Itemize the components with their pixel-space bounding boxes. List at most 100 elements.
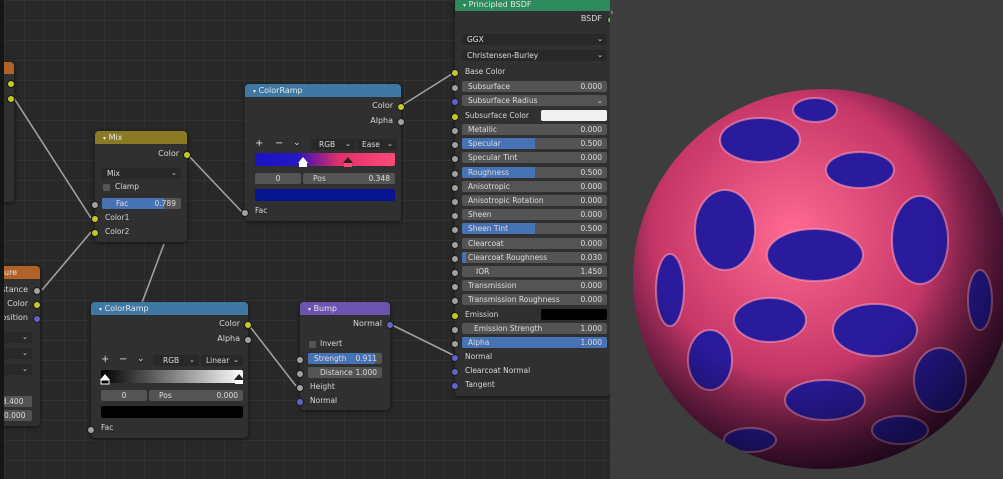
bsdf-base-color-socket[interactable] <box>451 69 459 77</box>
bsdf-input-field[interactable]: Clearcoat 0.000 <box>462 238 607 249</box>
collapse-arrow-icon[interactable]: ▾ <box>99 306 102 313</box>
colorramp-bottom-gradient[interactable] <box>101 370 243 383</box>
colorramp-bottom-color-mode-select[interactable]: RGB ⌄ <box>153 355 199 366</box>
texture-color-socket[interactable] <box>33 301 41 309</box>
bsdf-input-field[interactable]: Transmission Roughness 0.000 <box>462 294 607 305</box>
collapse-arrow-icon[interactable]: ▾ <box>308 306 311 313</box>
bsdf-input-field[interactable]: Specular Tint 0.000 <box>462 152 607 163</box>
mix-clamp-checkbox[interactable] <box>103 184 110 191</box>
colorramp-top-stop-active[interactable] <box>297 156 309 168</box>
mix-node[interactable]: ▾ Mix Color Mix ⌄ Clamp Fac 0.789 Color1… <box>91 131 191 242</box>
colorramp-bottom-stop-black[interactable] <box>99 373 111 385</box>
bsdf-input-socket[interactable] <box>451 269 459 277</box>
bump-node-header[interactable]: ▾ Bump <box>300 302 390 315</box>
bsdf-emission-socket[interactable] <box>451 312 459 320</box>
bsdf-input-socket[interactable] <box>451 255 459 263</box>
colorramp-bottom-node[interactable]: ▾ ColorRamp Color Alpha + − ⌄ RGB ⌄ Line… <box>87 302 252 438</box>
mix-output-color-socket[interactable] <box>183 151 191 159</box>
colorramp-top-stop[interactable] <box>342 156 354 168</box>
bsdf-input-socket[interactable] <box>451 226 459 234</box>
texture-dropdown-3[interactable]: ⌄ <box>4 364 32 375</box>
colorramp-top-out-alpha-socket[interactable] <box>397 118 405 126</box>
bsdf-emission-strength-field[interactable]: Emission Strength 1.000 <box>462 323 607 334</box>
mix-color2-socket[interactable] <box>91 229 99 237</box>
colorramp-top-out-color-socket[interactable] <box>397 103 405 111</box>
bump-node[interactable]: ▾ Bump Normal Invert Strength 0.911 Dist… <box>296 302 394 410</box>
bsdf-input-field[interactable]: Sheen 0.000 <box>462 209 607 220</box>
colorramp-top-node[interactable]: ▾ ColorRamp Color Alpha + − ⌄ RGB ⌄ Ease… <box>241 84 405 221</box>
principled-bsdf-node[interactable]: ▾ Principled BSDF BSDF GGX ⌄ Christensen… <box>451 0 610 396</box>
bump-height-socket[interactable] <box>296 384 304 392</box>
colorramp-bottom-pos-field[interactable]: Pos 0.000 <box>149 390 243 401</box>
bsdf-subsurface-method-select[interactable]: Christensen-Burley ⌄ <box>462 50 607 61</box>
colorramp-bottom-interpolation-select[interactable]: Linear ⌄ <box>201 355 243 366</box>
bsdf-input-socket[interactable] <box>451 297 459 305</box>
texture-value-field-2[interactable]: 0.000 <box>4 410 32 421</box>
colorramp-bottom-out-color-socket[interactable] <box>244 321 252 329</box>
bsdf-input-socket[interactable] <box>451 141 459 149</box>
mix-fac-slider[interactable]: Fac 0.789 <box>102 198 181 209</box>
texture-value-field-1[interactable]: 3.400 <box>4 396 32 407</box>
bsdf-emission-swatch[interactable] <box>541 309 607 320</box>
colorramp-top-interpolation-select[interactable]: Ease ⌄ <box>357 139 397 150</box>
colorramp-top-remove-button[interactable]: − <box>275 138 283 149</box>
colorramp-top-pos-field[interactable]: Pos 0.348 <box>303 173 395 184</box>
bsdf-subsurface-socket[interactable] <box>451 84 459 92</box>
texture-node-lower[interactable]: ure stance Color osition ⌄ ⌄ ⌄ 3.400 0.0… <box>4 266 41 426</box>
colorramp-bottom-menu-icon[interactable]: ⌄ <box>137 354 145 364</box>
colorramp-top-header[interactable]: ▾ ColorRamp <box>245 84 401 97</box>
bump-normal-socket[interactable] <box>296 398 304 406</box>
bsdf-subsurface-field[interactable]: Subsurface 0.000 <box>462 81 607 92</box>
bsdf-input-field[interactable]: Metallic 0.000 <box>462 124 607 135</box>
colorramp-bottom-fac-socket[interactable] <box>87 426 95 434</box>
collapse-arrow-icon[interactable]: ▾ <box>463 2 466 9</box>
texture-node-upper-socket-2[interactable] <box>7 95 15 103</box>
bump-distance-socket[interactable] <box>296 370 304 378</box>
bsdf-subsurface-radius-field[interactable]: Subsurface Radius ⌄ <box>462 95 607 106</box>
bsdf-input-field[interactable]: Anisotropic Rotation 0.000 <box>462 195 607 206</box>
bsdf-alpha-slider[interactable]: Alpha 1.000 <box>462 337 607 348</box>
bsdf-input-socket[interactable] <box>451 127 459 135</box>
bsdf-input-field[interactable]: IOR 1.450 <box>462 266 607 277</box>
texture-position-socket[interactable] <box>33 315 41 323</box>
colorramp-bottom-out-alpha-socket[interactable] <box>244 336 252 344</box>
mix-color1-socket[interactable] <box>91 215 99 223</box>
bsdf-header[interactable]: ▾ Principled BSDF <box>455 0 610 11</box>
bsdf-input-socket[interactable] <box>451 241 459 249</box>
bsdf-subsurface-radius-socket[interactable] <box>451 98 459 106</box>
texture-node-upper-socket-1[interactable] <box>7 80 15 88</box>
bsdf-input-socket[interactable] <box>451 184 459 192</box>
bsdf-tangent-socket[interactable] <box>451 382 459 390</box>
mix-node-header[interactable]: ▾ Mix <box>95 131 187 144</box>
colorramp-bottom-stop-white[interactable] <box>233 373 245 385</box>
colorramp-top-fac-socket[interactable] <box>241 209 249 217</box>
bsdf-input-field[interactable]: Anisotropic 0.000 <box>462 181 607 192</box>
bsdf-input-field[interactable]: Transmission 0.000 <box>462 280 607 291</box>
bsdf-input-socket[interactable] <box>451 283 459 291</box>
texture-dropdown-2[interactable]: ⌄ <box>4 348 32 359</box>
node-editor[interactable]: ure stance Color osition ⌄ ⌄ ⌄ 3.400 0.0… <box>4 0 610 479</box>
colorramp-top-add-button[interactable]: + <box>255 138 263 149</box>
colorramp-bottom-add-button[interactable]: + <box>101 354 109 365</box>
colorramp-bottom-header[interactable]: ▾ ColorRamp <box>91 302 248 315</box>
bsdf-input-field[interactable]: Clearcoat Roughness 0.030 <box>462 252 607 263</box>
colorramp-top-gradient[interactable] <box>255 153 395 166</box>
bump-invert-checkbox[interactable] <box>309 341 316 348</box>
bump-distance-field[interactable]: Distance 1.000 <box>308 367 382 378</box>
bsdf-subsurface-color-socket[interactable] <box>451 113 459 121</box>
bsdf-input-socket[interactable] <box>451 170 459 178</box>
bsdf-input-field[interactable]: Roughness 0.500 <box>462 167 607 178</box>
bsdf-input-field[interactable]: Sheen Tint 0.500 <box>462 223 607 234</box>
mix-fac-socket[interactable] <box>91 201 99 209</box>
colorramp-top-color-mode-select[interactable]: RGB ⌄ <box>311 139 355 150</box>
bsdf-distribution-select[interactable]: GGX ⌄ <box>462 34 607 45</box>
colorramp-top-stop-index[interactable]: 0 <box>255 173 301 184</box>
bsdf-clearcoat-normal-socket[interactable] <box>451 368 459 376</box>
collapse-arrow-icon[interactable]: ▾ <box>103 135 106 142</box>
texture-node-upper[interactable] <box>4 62 15 202</box>
bsdf-input-socket[interactable] <box>451 212 459 220</box>
mix-blend-mode-select[interactable]: Mix ⌄ <box>102 168 181 179</box>
colorramp-bottom-stop-index[interactable]: 0 <box>101 390 147 401</box>
bsdf-input-socket[interactable] <box>451 198 459 206</box>
colorramp-top-menu-icon[interactable]: ⌄ <box>293 138 301 148</box>
